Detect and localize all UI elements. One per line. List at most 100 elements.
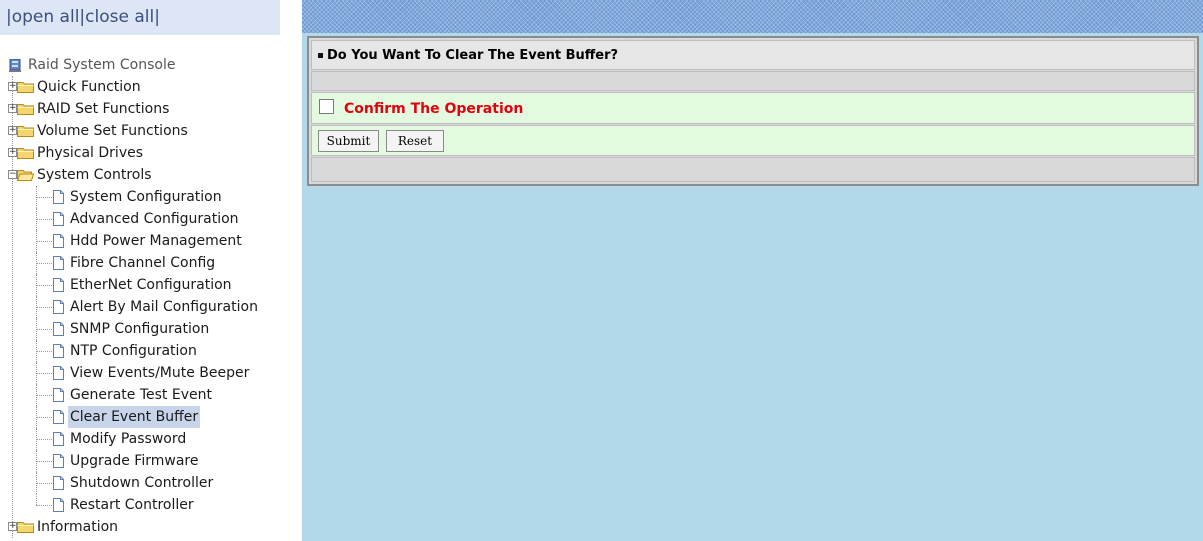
navigation-tree: Raid System Console + Quick Function + RAID… <box>0 54 280 538</box>
tree-item[interactable]: Modify Password <box>0 428 280 450</box>
folder-icon <box>17 522 34 533</box>
tree-item-label: Hdd Power Management <box>70 233 242 249</box>
tree-connector <box>36 219 52 220</box>
tree-item[interactable]: Restart Controller <box>0 494 280 516</box>
tree-connector <box>36 505 52 506</box>
tree-item[interactable]: SNMP Configuration <box>0 318 280 340</box>
tree-connector <box>36 373 52 374</box>
tree-item[interactable]: NTP Configuration <box>0 340 280 362</box>
tree-connector <box>36 417 52 418</box>
tree-item[interactable]: Advanced Configuration <box>0 208 280 230</box>
tree-folder-label: Information <box>37 519 119 535</box>
folder-icon <box>17 82 34 93</box>
expand-toggle-icon[interactable]: + <box>8 104 17 113</box>
tree-item-label: Restart Controller <box>70 497 194 513</box>
document-icon <box>53 322 64 336</box>
tree-item-label: System Configuration <box>70 189 222 205</box>
reset-button[interactable]: Reset <box>386 130 444 152</box>
folder-icon <box>17 126 34 137</box>
tree-connector <box>36 285 52 286</box>
navigation-frame: |open all|close all| Raid System Console… <box>0 0 280 541</box>
tree-folder-label: Quick Function <box>37 79 141 95</box>
tree-item-label: Fibre Channel Config <box>70 255 216 271</box>
tree-item-label: View Events/Mute Beeper <box>70 365 250 381</box>
tree-connector <box>36 329 52 330</box>
tree-item[interactable]: Shutdown Controller <box>0 472 280 494</box>
collapse-toggle-icon[interactable]: − <box>8 170 17 179</box>
button-row: Submit Reset <box>311 125 1195 156</box>
document-icon <box>53 190 64 204</box>
folder-open-icon <box>17 170 34 181</box>
tree-root[interactable]: Raid System Console <box>0 54 280 76</box>
server-icon <box>9 59 21 72</box>
expand-toggle-icon[interactable]: + <box>8 82 17 91</box>
tree-connector <box>36 461 52 462</box>
tree-item[interactable]: Generate Test Event <box>0 384 280 406</box>
tree-item-label: Alert By Mail Configuration <box>70 299 258 315</box>
tree-folder[interactable]: + Physical Drives <box>0 142 280 164</box>
tree-item-label: Advanced Configuration <box>70 211 239 227</box>
confirm-label: Confirm The Operation <box>344 101 524 117</box>
document-icon <box>53 212 64 226</box>
tree-item-label: Upgrade Firmware <box>70 453 199 469</box>
clear-event-buffer-form: Do You Want To Clear The Event Buffer? C… <box>307 36 1199 186</box>
tree-root-label: Raid System Console <box>28 57 176 73</box>
tree-folder[interactable]: + Volume Set Functions <box>0 120 280 142</box>
tree-item[interactable]: Fibre Channel Config <box>0 252 280 274</box>
confirm-checkbox[interactable] <box>319 99 334 114</box>
tree-connector <box>36 395 52 396</box>
tree-item-label: Generate Test Event <box>70 387 212 403</box>
tree-item[interactable]: EtherNet Configuration <box>0 274 280 296</box>
tree-connector <box>36 483 52 484</box>
document-icon <box>53 498 64 512</box>
document-icon <box>53 432 64 446</box>
document-icon <box>53 366 64 380</box>
footer-row <box>311 157 1195 182</box>
tree-item-label: NTP Configuration <box>70 343 197 359</box>
content-frame: Do You Want To Clear The Event Buffer? C… <box>302 0 1203 541</box>
document-icon <box>53 476 64 490</box>
document-icon <box>53 234 64 248</box>
header-band <box>302 0 1203 33</box>
document-icon <box>53 278 64 292</box>
tree-folder[interactable]: + Information <box>0 516 280 538</box>
tree-item[interactable]: Upgrade Firmware <box>0 450 280 472</box>
tree-item[interactable]: Alert By Mail Configuration <box>0 296 280 318</box>
tree-item[interactable]: Hdd Power Management <box>0 230 280 252</box>
tree-connector <box>36 263 52 264</box>
tree-folder-label: RAID Set Functions <box>37 101 170 117</box>
tree-connector <box>36 351 52 352</box>
tree-item[interactable]: View Events/Mute Beeper <box>0 362 280 384</box>
document-icon <box>53 388 64 402</box>
submit-button[interactable]: Submit <box>318 130 379 152</box>
tree-item-label: Shutdown Controller <box>70 475 214 491</box>
bullet-icon <box>318 53 323 58</box>
open-all-link[interactable]: |open all <box>6 7 79 27</box>
tree-item[interactable]: System Configuration <box>0 186 280 208</box>
tree-folder[interactable]: − System Controls <box>0 164 280 186</box>
tree-item[interactable]: Clear Event Buffer <box>0 406 280 428</box>
tree-expand-controls: |open all|close all| <box>0 0 280 35</box>
tree-connector <box>36 494 37 505</box>
expand-toggle-icon[interactable]: + <box>8 148 17 157</box>
document-icon <box>53 256 64 270</box>
tree-connector <box>36 307 52 308</box>
document-icon <box>53 344 64 358</box>
tree-item-label: EtherNet Configuration <box>70 277 232 293</box>
tree-folder-label: System Controls <box>37 167 152 183</box>
form-title-row: Do You Want To Clear The Event Buffer? <box>311 40 1195 70</box>
tree-item-label: Clear Event Buffer <box>68 406 201 428</box>
tree-item-label: Modify Password <box>70 431 187 447</box>
tree-folder[interactable]: + RAID Set Functions <box>0 98 280 120</box>
document-icon <box>53 300 64 314</box>
expand-toggle-icon[interactable]: + <box>8 126 17 135</box>
close-all-link[interactable]: |close all| <box>79 7 160 27</box>
folder-icon <box>17 148 34 159</box>
tree-connector <box>36 241 52 242</box>
document-icon <box>53 410 64 424</box>
tree-folder[interactable]: + Quick Function <box>0 76 280 98</box>
tree-folder-label: Volume Set Functions <box>37 123 188 139</box>
tree-connector <box>36 439 52 440</box>
expand-toggle-icon[interactable]: + <box>8 522 17 531</box>
tree-item-label: SNMP Configuration <box>70 321 210 337</box>
